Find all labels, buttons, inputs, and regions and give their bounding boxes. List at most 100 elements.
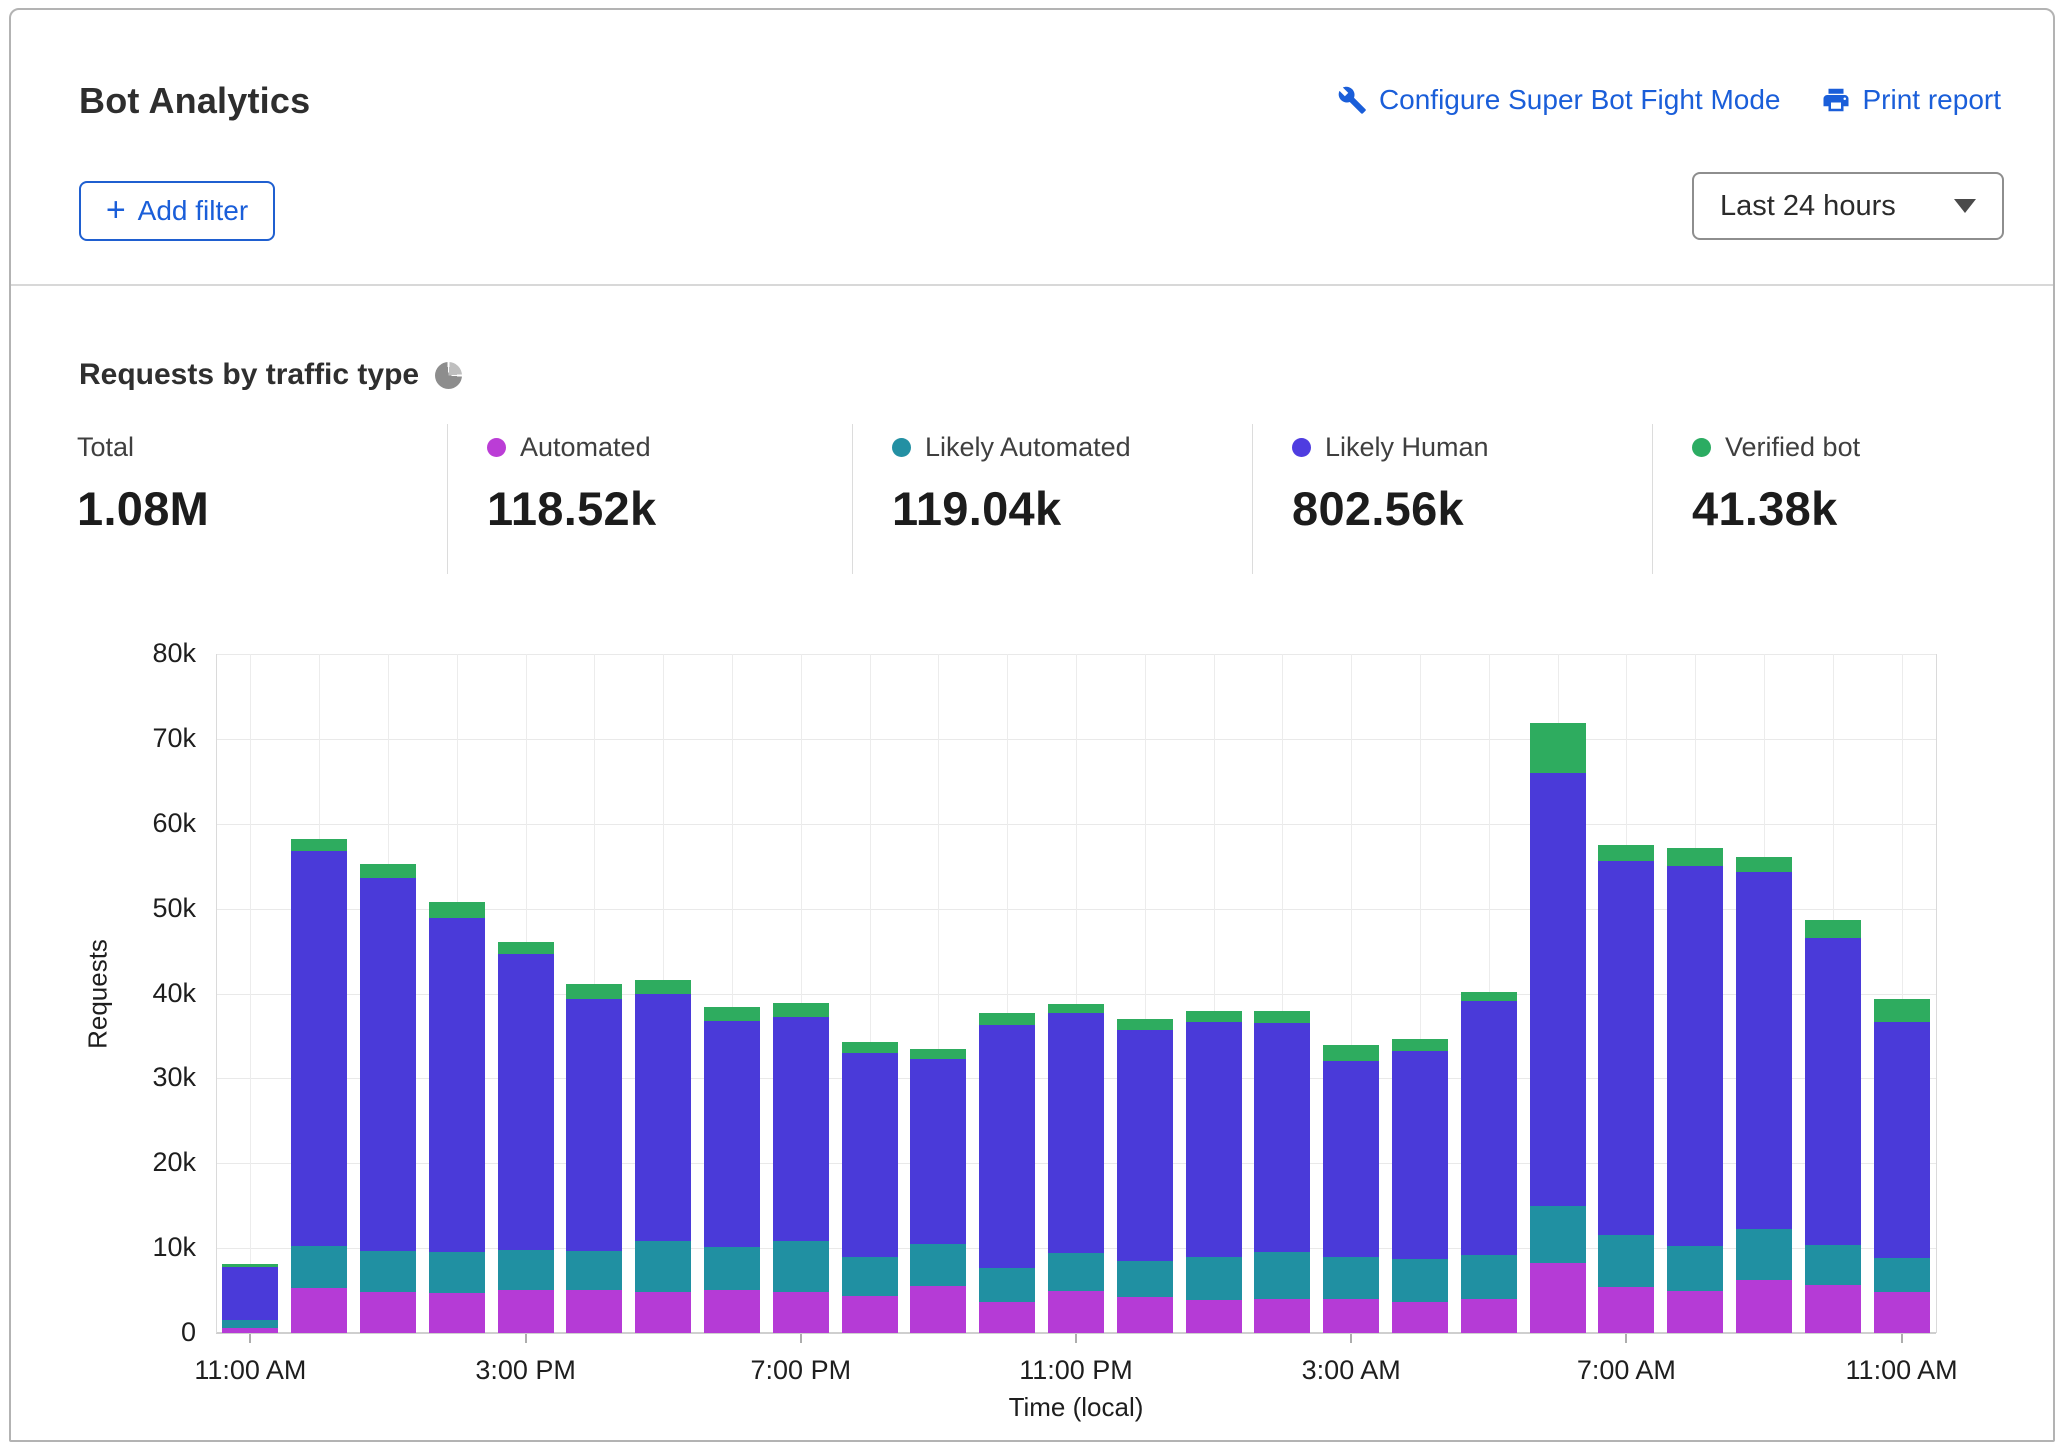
plot-edge [1936,654,1937,1333]
bar-segment-verified-bot [1530,723,1586,773]
bar-segment-likely-human [1530,773,1586,1206]
bar-segment-verified-bot [635,980,691,994]
bar-segment-verified-bot [360,864,416,878]
bar-segment-likely-automated [360,1251,416,1293]
y-tick-label: 70k [106,723,196,754]
bar-8-00-am[interactable] [1667,654,1723,1333]
bar-7-00-pm[interactable] [773,654,829,1333]
bar-segment-automated [1323,1299,1379,1333]
x-tick-mark [1901,1334,1903,1343]
bar-8-00-pm[interactable] [842,654,898,1333]
bar-1-00-pm[interactable] [360,654,416,1333]
bar-segment-likely-human [566,999,622,1250]
bar-11-00-am[interactable] [1874,654,1930,1333]
bar-segment-likely-automated [704,1247,760,1289]
bar-segment-verified-bot [566,984,622,999]
bar-1-00-am[interactable] [1186,654,1242,1333]
bar-segment-likely-automated [1805,1245,1861,1286]
bar-segment-likely-automated [291,1246,347,1288]
bar-segment-likely-human [360,878,416,1251]
bar-segment-likely-human [1186,1022,1242,1256]
bar-segment-likely-automated [1530,1206,1586,1264]
bar-segment-automated [1667,1291,1723,1333]
bar-3-00-pm[interactable] [498,654,554,1333]
bar-segment-likely-human [1736,872,1792,1229]
bar-segment-likely-human [1117,1030,1173,1261]
bar-segment-verified-bot [1736,857,1792,872]
bar-segment-verified-bot [1461,992,1517,1001]
bar-segment-likely-human [291,851,347,1246]
bar-segment-likely-human [1461,1001,1517,1255]
bar-segment-automated [1254,1299,1310,1333]
bar-segment-automated [842,1296,898,1333]
bar-12-00-am[interactable] [1117,654,1173,1333]
bar-3-00-am[interactable] [1323,654,1379,1333]
bar-segment-automated [222,1328,278,1333]
bar-10-00-pm[interactable] [979,654,1035,1333]
bar-segment-likely-automated [635,1241,691,1293]
bar-2-00-pm[interactable] [429,654,485,1333]
bar-segment-verified-bot [222,1264,278,1267]
bar-segment-likely-human [498,954,554,1250]
x-tick-label: 3:00 AM [1251,1355,1451,1386]
bar-segment-automated [429,1293,485,1333]
bar-segment-likely-automated [566,1251,622,1290]
bar-5-00-am[interactable] [1461,654,1517,1333]
x-tick-label: 11:00 PM [976,1355,1176,1386]
y-tick-label: 30k [106,1062,196,1093]
bar-segment-likely-automated [910,1244,966,1286]
x-tick-mark [1350,1334,1352,1343]
bar-segment-verified-bot [429,902,485,918]
bar-segment-likely-automated [222,1320,278,1328]
bar-11-00-pm[interactable] [1048,654,1104,1333]
x-tick-mark [1075,1334,1077,1343]
bar-segment-likely-human [773,1017,829,1240]
bar-segment-verified-bot [1392,1039,1448,1051]
bar-segment-verified-bot [1805,920,1861,939]
bar-7-00-am[interactable] [1598,654,1654,1333]
bar-5-00-pm[interactable] [635,654,691,1333]
bar-12-00-pm[interactable] [291,654,347,1333]
bar-4-00-am[interactable] [1392,654,1448,1333]
bar-segment-likely-human [1874,1022,1930,1259]
bar-9-00-pm[interactable] [910,654,966,1333]
bar-segment-verified-bot [842,1042,898,1053]
bar-segment-likely-automated [1874,1258,1930,1292]
bar-segment-likely-human [979,1025,1035,1268]
x-tick-mark [800,1334,802,1343]
bar-segment-likely-human [1323,1061,1379,1257]
bar-segment-automated [360,1292,416,1333]
bar-segment-likely-human [704,1021,760,1248]
bar-segment-likely-automated [1117,1261,1173,1297]
bar-2-00-am[interactable] [1254,654,1310,1333]
bar-segment-verified-bot [1186,1011,1242,1022]
bar-11-00-am[interactable] [222,654,278,1333]
bar-segment-likely-automated [1323,1257,1379,1299]
bot-analytics-card: Bot Analytics Configure Super Bot Fight … [9,8,2055,1442]
bar-segment-automated [1874,1292,1930,1333]
bar-segment-likely-automated [979,1268,1035,1302]
bar-segment-automated [566,1290,622,1333]
bar-segment-likely-automated [1736,1229,1792,1280]
bar-segment-automated [1461,1299,1517,1333]
bar-segment-likely-human [1805,938,1861,1244]
y-tick-label: 80k [106,638,196,669]
bar-segment-automated [291,1288,347,1333]
bar-segment-likely-automated [1186,1257,1242,1300]
bar-segment-likely-automated [842,1257,898,1296]
bar-segment-verified-bot [1667,848,1723,866]
bar-segment-automated [979,1302,1035,1333]
bar-segment-likely-automated [1667,1246,1723,1291]
bar-segment-likely-automated [1392,1259,1448,1301]
bar-4-00-pm[interactable] [566,654,622,1333]
bar-10-00-am[interactable] [1805,654,1861,1333]
bar-segment-automated [1392,1302,1448,1333]
y-tick-label: 50k [106,893,196,924]
bar-6-00-am[interactable] [1530,654,1586,1333]
bar-segment-likely-automated [1254,1252,1310,1299]
bar-segment-verified-bot [1048,1004,1104,1013]
bar-segment-likely-automated [429,1252,485,1294]
bar-9-00-am[interactable] [1736,654,1792,1333]
bar-6-00-pm[interactable] [704,654,760,1333]
bar-segment-automated [498,1290,554,1333]
